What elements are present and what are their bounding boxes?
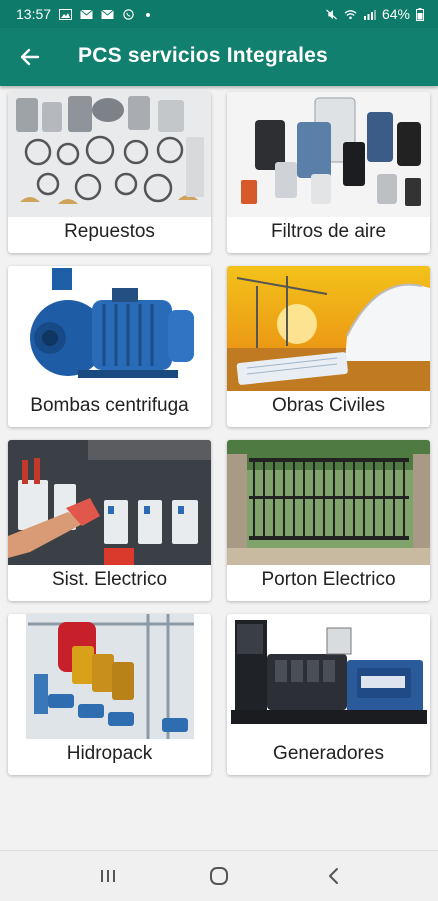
category-label: Sist. Electrico <box>51 569 168 590</box>
arrow-left-icon <box>20 48 40 66</box>
notification-dot-icon <box>146 12 151 17</box>
status-bar: 13:57 64% <box>0 0 438 28</box>
category-label: Generadores <box>273 743 384 764</box>
category-card-generadores[interactable]: Generadores <box>227 614 430 775</box>
back-icon <box>329 868 338 884</box>
email-icon <box>101 9 114 19</box>
category-card-porton-electrico[interactable]: Porton Electrico <box>227 440 430 601</box>
category-label: Bombas centrifuga <box>30 395 189 416</box>
mute-icon <box>326 8 337 20</box>
system-navigation-bar <box>0 850 438 901</box>
category-label: Obras Civiles <box>272 395 385 416</box>
category-label: Porton Electrico <box>261 569 396 590</box>
recent-apps-icon <box>101 870 115 882</box>
app-bar: PCS servicios Integrales <box>0 28 438 86</box>
whatsapp-icon <box>123 8 134 20</box>
civil-works-image <box>227 266 430 391</box>
page-title: PCS servicios Integrales <box>78 44 328 67</box>
mail-icon <box>80 9 93 19</box>
category-card-obras-civiles[interactable]: Obras Civiles <box>227 266 430 427</box>
recent-apps-button[interactable] <box>88 861 128 891</box>
air-filters-image <box>227 92 430 217</box>
category-card-bombas-centrifuga[interactable]: Bombas centrifuga <box>8 266 211 427</box>
gallery-icon <box>59 8 73 20</box>
spare-parts-image <box>8 92 211 217</box>
battery-percent: 64% <box>381 6 410 22</box>
electrical-system-image <box>8 440 211 565</box>
nav-back-button[interactable] <box>314 861 354 891</box>
category-label: Repuestos <box>64 221 155 242</box>
centrifugal-pump-image <box>8 266 211 391</box>
wifi-icon <box>344 9 357 19</box>
home-button[interactable] <box>199 861 239 891</box>
status-time: 13:57 <box>16 6 52 22</box>
generator-image <box>227 614 430 739</box>
back-button[interactable] <box>14 41 46 73</box>
category-card-hidropack[interactable]: Hidropack <box>8 614 211 775</box>
home-icon <box>210 867 228 885</box>
electric-gate-image <box>227 440 430 565</box>
category-label: Filtros de aire <box>270 221 387 242</box>
category-card-filtros-de-aire[interactable]: Filtros de aire <box>227 92 430 253</box>
category-card-repuestos[interactable]: Repuestos <box>8 92 211 253</box>
signal-icon <box>363 9 376 20</box>
hydropack-image <box>8 614 211 739</box>
category-label: Hidropack <box>66 743 153 764</box>
category-card-sist-electrico[interactable]: Sist. Electrico <box>8 440 211 601</box>
battery-icon <box>416 7 424 21</box>
